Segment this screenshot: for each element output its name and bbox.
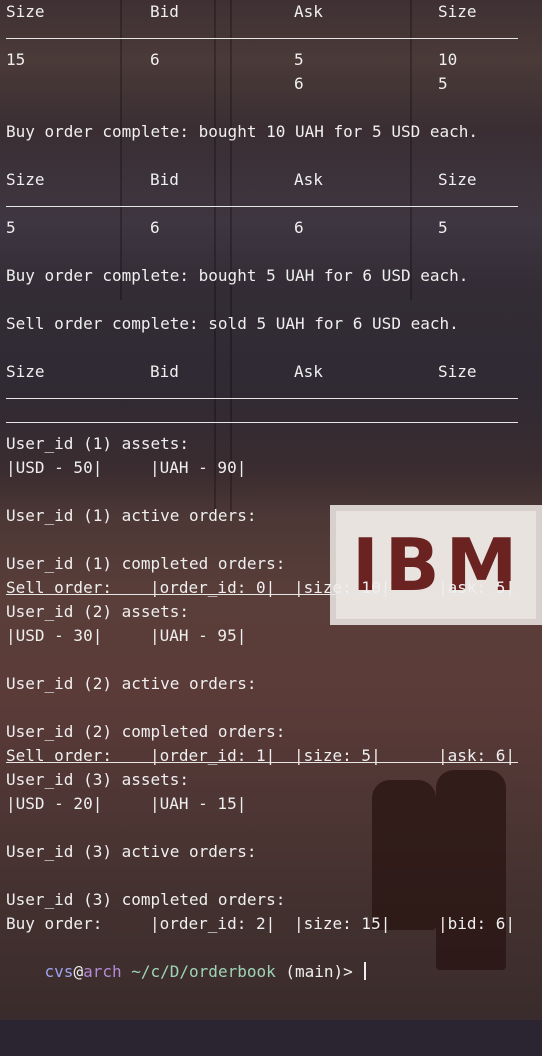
user-assets-row: |USD - 50| |UAH - 90|: [6, 456, 536, 480]
order-type: Sell order:: [6, 578, 112, 597]
cell-bid: 6: [150, 50, 160, 69]
table-separator: [6, 24, 536, 48]
header-bid: Bid: [150, 170, 179, 189]
order-id: |order_id: 0|: [150, 578, 276, 597]
user-assets-title: User_id (2) assets:: [6, 602, 190, 621]
header-bid: Bid: [150, 2, 179, 21]
asset-usd: |USD - 50|: [6, 458, 103, 477]
order-id: |order_id: 1|: [150, 746, 276, 765]
completed-order-row: Buy order: |order_id: 2| |size: 15| |bid…: [6, 912, 536, 936]
user-assets-title: User_id (1) assets:: [6, 434, 190, 453]
cell-bid: 6: [150, 218, 160, 237]
user-assets-row: |USD - 30| |UAH - 95|: [6, 624, 536, 648]
text-cursor[interactable]: [364, 962, 367, 980]
terminal-output[interactable]: Size Bid Ask Size 15 6 5 10 6 5 Buy orde…: [6, 0, 536, 981]
header-size-bid: Size: [6, 170, 45, 189]
header-bid: Bid: [150, 362, 179, 381]
order-type: Buy order:: [6, 914, 103, 933]
cell-bid-size: 5: [6, 218, 16, 237]
status-message: Sell order complete: sold 5 UAH for 6 US…: [6, 314, 459, 333]
asset-uah: |UAH - 15|: [150, 794, 247, 813]
user-assets-row: |USD - 20| |UAH - 15|: [6, 792, 536, 816]
asset-usd: |USD - 30|: [6, 626, 103, 645]
asset-uah: |UAH - 90|: [150, 458, 247, 477]
prompt-branch: (main)>: [275, 962, 353, 981]
orderbook-header: Size Bid Ask Size: [6, 0, 536, 24]
table-separator: [6, 408, 536, 432]
prompt-host: arch: [83, 962, 122, 981]
table-separator: [6, 384, 536, 408]
asset-usd: |USD - 20|: [6, 794, 103, 813]
cell-bid-size: 15: [6, 50, 26, 69]
prompt-at: @: [73, 962, 84, 981]
prompt-path: ~/c/D/orderbook: [121, 962, 276, 981]
order-id: |order_id: 2|: [150, 914, 276, 933]
user-assets-title: User_id (3) assets:: [6, 770, 190, 789]
header-size-ask: Size: [438, 2, 477, 21]
cell-ask: 5: [294, 50, 304, 69]
table-separator: [6, 192, 536, 216]
orderbook-row: 6 5: [6, 72, 536, 96]
user-active-orders-title: User_id (1) active orders:: [6, 506, 257, 525]
status-message: Buy order complete: bought 5 UAH for 6 U…: [6, 266, 469, 285]
cell-ask: 6: [294, 74, 304, 93]
cell-ask-size: 5: [438, 218, 448, 237]
shell-prompt[interactable]: cvs@arch ~/c/D/orderbook (main)>: [6, 936, 536, 981]
orderbook-header: Size Bid Ask Size: [6, 168, 536, 192]
order-size: |size: 15|: [294, 914, 391, 933]
header-size-ask: Size: [438, 170, 477, 189]
prompt-user: cvs: [44, 962, 74, 981]
completed-order-row: Sell order: |order_id: 1| |size: 5| |ask…: [6, 744, 536, 768]
orderbook-header: Size Bid Ask Size: [6, 360, 536, 384]
cell-ask: 6: [294, 218, 304, 237]
header-size-bid: Size: [6, 2, 45, 21]
completed-order-row: Sell order: |order_id: 0| |size: 10| |as…: [6, 576, 536, 600]
status-message: Buy order complete: bought 10 UAH for 5 …: [6, 122, 479, 141]
order-size: |size: 5|: [294, 746, 381, 765]
user-completed-orders-title: User_id (2) completed orders:: [6, 722, 286, 741]
order-price: |ask: 5|: [438, 578, 516, 597]
user-active-orders-title: User_id (3) active orders:: [6, 842, 257, 861]
header-size-ask: Size: [438, 362, 477, 381]
order-price: |ask: 6|: [438, 746, 516, 765]
order-size: |size: 10|: [294, 578, 391, 597]
header-ask: Ask: [294, 362, 323, 381]
cell-ask-size: 10: [438, 50, 458, 69]
asset-uah: |UAH - 95|: [150, 626, 247, 645]
user-completed-orders-title: User_id (3) completed orders:: [6, 890, 286, 909]
cell-ask-size: 5: [438, 74, 448, 93]
orderbook-row: 5 6 6 5: [6, 216, 536, 240]
header-size-bid: Size: [6, 362, 45, 381]
user-active-orders-title: User_id (2) active orders:: [6, 674, 257, 693]
order-type: Sell order:: [6, 746, 112, 765]
header-ask: Ask: [294, 2, 323, 21]
order-price: |bid: 6|: [438, 914, 516, 933]
header-ask: Ask: [294, 170, 323, 189]
user-completed-orders-title: User_id (1) completed orders:: [6, 554, 286, 573]
orderbook-row: 15 6 5 10: [6, 48, 536, 72]
